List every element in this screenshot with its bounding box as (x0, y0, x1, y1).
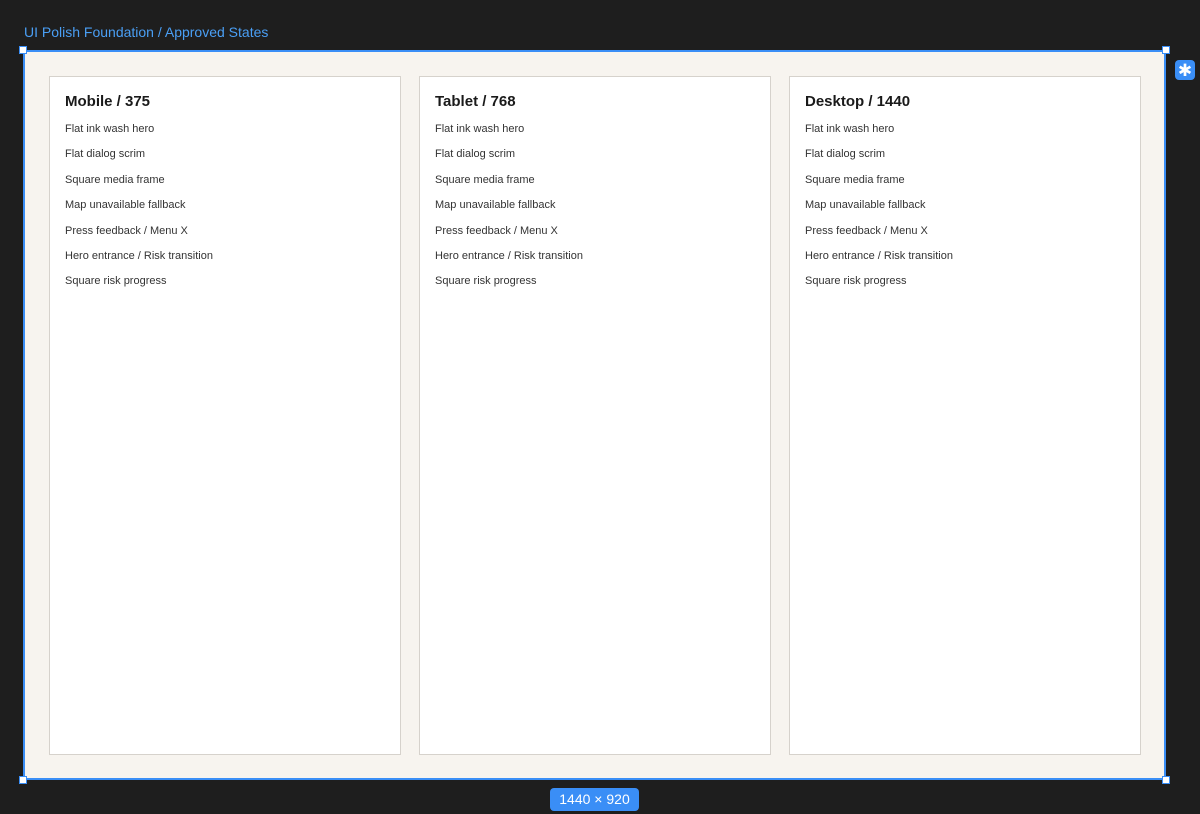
state-list: Flat ink wash hero Flat dialog scrim Squ… (65, 122, 213, 300)
list-item: Square risk progress (805, 275, 907, 288)
list-item: Press feedback / Menu X (805, 224, 928, 237)
frame-size-badge: 1440 × 920 (550, 788, 639, 811)
list-item: Hero entrance / Risk transition (805, 249, 953, 262)
list-item: Square risk progress (65, 275, 167, 288)
resize-handle-top-right[interactable] (1162, 46, 1170, 54)
panel-title: Mobile / 375 (65, 93, 151, 110)
frame-title[interactable]: UI Polish Foundation / Approved States (24, 23, 268, 41)
asterisk-icon[interactable]: ✱ (1175, 60, 1195, 80)
list-item: Map unavailable fallback (65, 199, 186, 212)
panel-mobile[interactable]: Mobile / 375 Flat ink wash hero Flat dia… (49, 76, 401, 755)
design-canvas[interactable]: UI Polish Foundation / Approved States M… (0, 0, 1200, 814)
list-item: Press feedback / Menu X (65, 224, 188, 237)
panel-title: Tablet / 768 (435, 93, 516, 110)
list-item: Press feedback / Menu X (435, 224, 558, 237)
list-item: Flat dialog scrim (805, 148, 886, 161)
list-item: Flat dialog scrim (435, 148, 516, 161)
panel-title: Desktop / 1440 (805, 93, 911, 110)
list-item: Map unavailable fallback (805, 199, 926, 212)
panel-desktop[interactable]: Desktop / 1440 Flat ink wash hero Flat d… (789, 76, 1141, 755)
resize-handle-top-left[interactable] (19, 46, 27, 54)
state-list: Flat ink wash hero Flat dialog scrim Squ… (805, 122, 953, 300)
list-item: Square media frame (435, 173, 535, 186)
list-item: Flat ink wash hero (435, 123, 525, 135)
panel-tablet[interactable]: Tablet / 768 Flat ink wash hero Flat dia… (419, 76, 771, 755)
resize-handle-bottom-left[interactable] (19, 776, 27, 784)
list-item: Flat dialog scrim (65, 148, 146, 161)
list-item: Flat ink wash hero (805, 123, 895, 135)
list-item: Hero entrance / Risk transition (435, 249, 583, 262)
resize-handle-bottom-right[interactable] (1162, 776, 1170, 784)
list-item: Square media frame (65, 173, 165, 186)
list-item: Square risk progress (435, 275, 537, 288)
state-list: Flat ink wash hero Flat dialog scrim Squ… (435, 122, 583, 300)
list-item: Flat ink wash hero (65, 123, 155, 135)
list-item: Square media frame (805, 173, 905, 186)
list-item: Map unavailable fallback (435, 199, 556, 212)
list-item: Hero entrance / Risk transition (65, 249, 213, 262)
